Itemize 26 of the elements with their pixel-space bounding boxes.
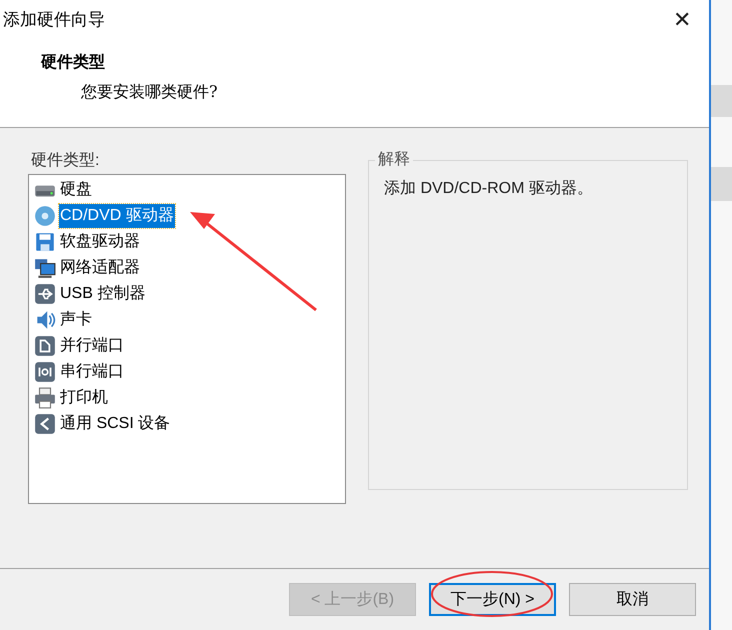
list-item[interactable]: USB 控制器 (59, 282, 146, 306)
close-button[interactable]: ✕ (673, 9, 691, 31)
printer-icon (33, 387, 57, 409)
disc-icon (33, 205, 57, 227)
computer-monitors-icon (33, 257, 57, 279)
usb-icon (33, 283, 57, 305)
window-title: 添加硬件向导 (3, 9, 105, 32)
list-item[interactable]: 并行端口 (59, 334, 125, 358)
list-item[interactable]: 软盘驱动器 (59, 230, 141, 254)
hardware-list[interactable]: 硬盘 CD/DVD 驱动器 软盘驱动器 网络适配器 USB 控制器 声卡 并行端口 串行端口 打印机 通用 SCSI 设备 (28, 174, 346, 504)
chevron-icon (33, 413, 57, 435)
wizard-button[interactable]: 取消 (569, 583, 696, 616)
parallel-port-icon (33, 335, 57, 357)
list-label: 硬件类型: (30, 150, 100, 171)
explanation-text: 添加 DVD/CD-ROM 驱动器。 (383, 178, 594, 199)
serial-port-icon (33, 361, 57, 383)
list-item[interactable]: 通用 SCSI 设备 (59, 412, 172, 436)
list-item[interactable]: 硬盘 (59, 178, 93, 202)
list-item[interactable]: 打印机 (59, 386, 109, 410)
list-item[interactable]: 网络适配器 (59, 256, 141, 280)
header-title: 硬件类型 (41, 51, 106, 73)
list-item[interactable]: 声卡 (59, 308, 93, 332)
wizard-button[interactable]: 下一步(N) > (429, 583, 556, 616)
header-subtitle: 您要安装哪类硬件? (80, 81, 219, 103)
list-item[interactable]: CD/DVD 驱动器 (59, 204, 175, 228)
list-item[interactable]: 串行端口 (59, 360, 125, 384)
